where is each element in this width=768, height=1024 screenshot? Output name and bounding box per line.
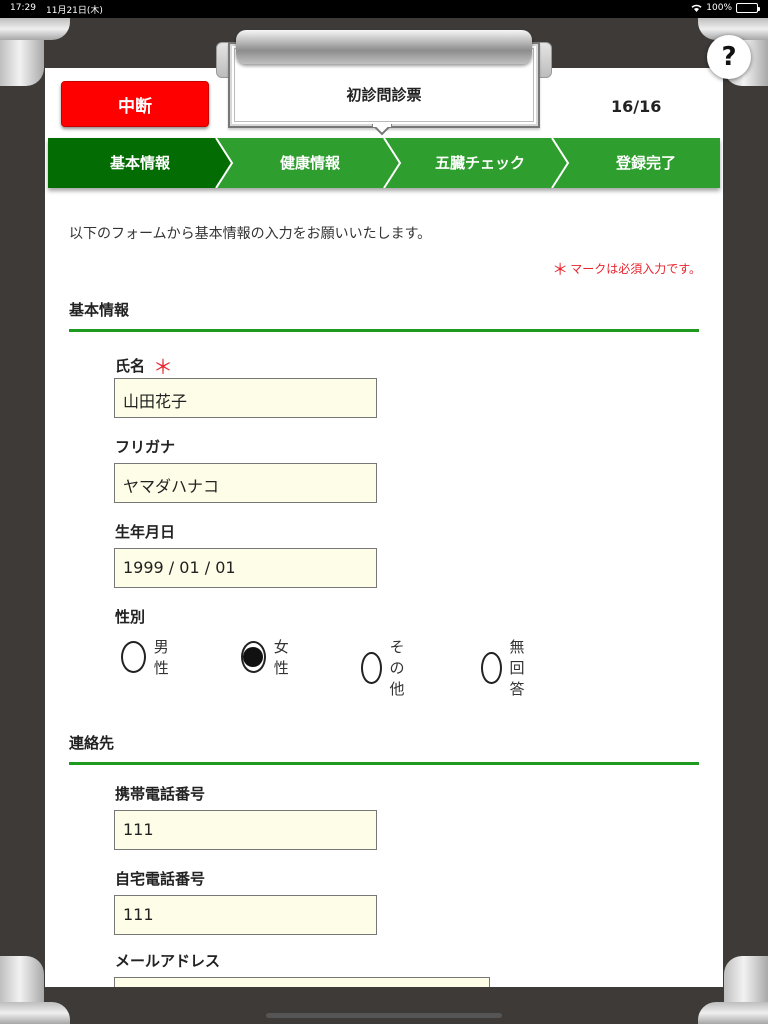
section-title-contact: 連絡先: [69, 734, 115, 752]
home-phone-label: 自宅電話番号: [115, 870, 206, 888]
form-intro-text: 以下のフォームから基本情報の入力をお願いいたします。: [69, 226, 432, 242]
form-title: 初診問診票: [346, 86, 422, 104]
email-field[interactable]: [114, 977, 490, 987]
gender-option-no-answer[interactable]: 無回答: [481, 636, 536, 699]
section-title-basic: 基本情報: [69, 301, 130, 319]
step-health-info: 健康情報: [279, 154, 340, 172]
mobile-phone-field[interactable]: 111: [114, 810, 377, 850]
step-registration-complete: 登録完了: [615, 154, 676, 172]
clipboard-pointer-icon: [372, 124, 392, 136]
required-note: ＊マークは必須入力です。: [552, 260, 701, 279]
gender-option-female[interactable]: 女性: [241, 636, 296, 678]
abort-button[interactable]: 中断: [61, 81, 209, 127]
birthdate-label: 生年月日: [115, 523, 176, 541]
board-corner-bottom-right-h: [698, 1002, 768, 1024]
home-phone-field[interactable]: 111: [114, 895, 377, 935]
gender-option-male[interactable]: 男性: [121, 636, 176, 678]
page-count: 16/16: [611, 97, 662, 116]
birthdate-field[interactable]: 1999 / 01 / 01: [114, 548, 377, 588]
furigana-field[interactable]: ヤマダハナコ: [114, 463, 377, 503]
home-indicator[interactable]: [266, 1013, 502, 1018]
gender-label: 性別: [115, 608, 146, 626]
step-progress-bar: 基本情報 健康情報 五臓チェック 登録完了: [48, 138, 720, 188]
battery-percent: 100%: [706, 3, 732, 13]
email-label: メールアドレス: [115, 952, 221, 970]
step-five-organs-check: 五臓チェック: [434, 154, 525, 172]
help-button[interactable]: ?: [707, 35, 751, 79]
required-mark-icon: ＊: [153, 355, 174, 379]
battery-icon: [736, 3, 760, 13]
wifi-icon: [691, 4, 702, 12]
radio-selected-icon[interactable]: [241, 641, 266, 673]
step-basic-info: 基本情報: [109, 154, 170, 172]
status-date: 11月21日(木): [46, 6, 103, 16]
radio-unselected-icon[interactable]: [121, 641, 146, 673]
section-divider-basic: [69, 329, 699, 332]
status-bar: 17:29 11月21日(木) 100%: [0, 0, 768, 18]
radio-unselected-icon[interactable]: [361, 651, 382, 684]
status-indicators: 100%: [691, 3, 760, 13]
name-label: 氏名＊: [115, 355, 174, 379]
radio-unselected-icon[interactable]: [481, 651, 502, 684]
board-corner-bottom-left-h: [0, 1002, 70, 1024]
question-icon: ?: [721, 42, 737, 72]
required-mark-icon: ＊: [552, 260, 569, 279]
name-field[interactable]: 山田花子: [114, 378, 377, 418]
mobile-phone-label: 携帯電話番号: [115, 785, 206, 803]
gender-option-other[interactable]: その他: [361, 636, 416, 699]
form-paper: 中断 16/16 基本情報 健康情報 五臓チェック 登録完了 以下のフォームから…: [45, 68, 723, 987]
furigana-label: フリガナ: [115, 438, 176, 456]
board-corner-top-left-h: [0, 18, 70, 40]
section-divider-contact: [69, 762, 699, 765]
status-time: 17:29: [10, 3, 36, 13]
clipboard-clip-bar: [236, 30, 532, 64]
